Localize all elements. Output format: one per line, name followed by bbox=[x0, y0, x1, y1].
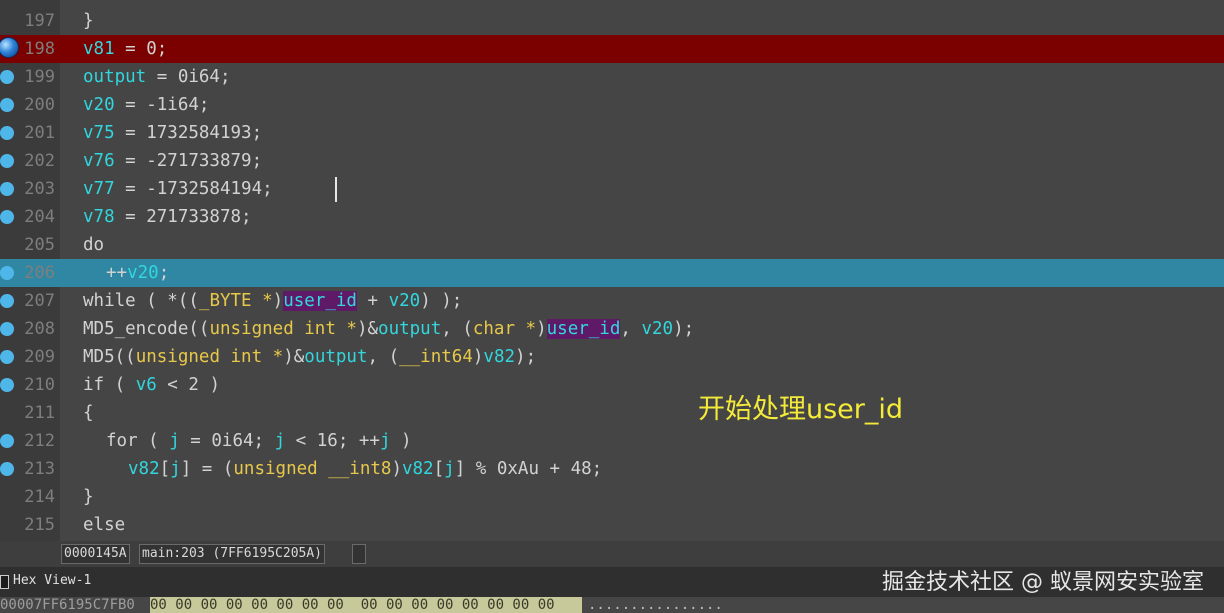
watermark: 掘金技术社区 @ 蚁景网安实验室 bbox=[882, 570, 1204, 595]
code-line[interactable]: 202 v76 = -271733879; bbox=[0, 147, 1224, 175]
code-text: MD5_encode((unsigned int *)&output, (cha… bbox=[83, 319, 695, 339]
code-text: if ( v6 < 2 ) bbox=[83, 375, 220, 395]
line-number: 204 bbox=[24, 207, 55, 227]
line-number: 210 bbox=[24, 375, 55, 395]
line-number: 206 bbox=[24, 263, 55, 283]
line-number: 215 bbox=[24, 515, 55, 535]
code-line[interactable]: 203 v77 = -1732584194; bbox=[0, 175, 1224, 203]
code-line[interactable]: 208 MD5_encode((unsigned int *)&output, … bbox=[0, 315, 1224, 343]
breakpoint-line[interactable]: 198 v81 = 0; bbox=[0, 35, 1224, 63]
code-line[interactable]: 207 while ( *((_BYTE *)user_id + v20) ); bbox=[0, 287, 1224, 315]
line-number: 200 bbox=[24, 95, 55, 115]
line-number: 212 bbox=[24, 431, 55, 451]
code-text: } bbox=[83, 11, 94, 31]
code-line[interactable]: 209 MD5((unsigned int *)&output, (__int6… bbox=[0, 343, 1224, 371]
line-number: 198 bbox=[24, 39, 55, 59]
code-text: else bbox=[83, 515, 126, 535]
code-text: ++v20; bbox=[106, 263, 170, 283]
status-offset: 0000145A bbox=[61, 544, 130, 564]
code-line[interactable]: 212 for ( j = 0i64; j < 16; ++j ) bbox=[0, 427, 1224, 455]
code-line[interactable]: 199 output = 0i64; bbox=[0, 63, 1224, 91]
current-execution-line[interactable]: 206 ++v20; bbox=[0, 259, 1224, 287]
code-line[interactable]: 211 { bbox=[0, 399, 1224, 427]
line-number: 213 bbox=[24, 459, 55, 479]
text-caret bbox=[335, 177, 337, 202]
line-number: 214 bbox=[24, 487, 55, 507]
line-number: 201 bbox=[24, 123, 55, 143]
line-number: 203 bbox=[24, 179, 55, 199]
hex-bytes[interactable]: 00 00 00 00 00 00 00 00 00 00 00 00 00 0… bbox=[150, 597, 582, 613]
code-text: v77 = -1732584194; bbox=[83, 179, 273, 199]
line-number: 208 bbox=[24, 319, 55, 339]
code-text: for ( j = 0i64; j < 16; ++j ) bbox=[106, 431, 412, 451]
code-line[interactable]: 213 v82[j] = (unsigned __int8)v82[j] % 0… bbox=[0, 455, 1224, 483]
status-extra-box bbox=[352, 544, 366, 564]
code-text: MD5((unsigned int *)&output, (__int64)v8… bbox=[83, 347, 537, 367]
hex-view-title[interactable]: Hex View-1 bbox=[13, 573, 91, 588]
code-line[interactable]: 197 } bbox=[0, 7, 1224, 35]
window-icon bbox=[0, 575, 9, 589]
code-text: { bbox=[83, 403, 94, 423]
code-line[interactable]: 205 do bbox=[0, 231, 1224, 259]
line-number: 209 bbox=[24, 347, 55, 367]
hex-address: 00007FF6195C7FB0 bbox=[0, 597, 135, 613]
code-text: v82[j] = (unsigned __int8)v82[j] % 0xAu … bbox=[128, 459, 603, 479]
code-text: v81 = 0; bbox=[83, 39, 168, 59]
annotation-text: 开始处理user_id bbox=[698, 394, 904, 425]
code-line[interactable]: 200 v20 = -1i64; bbox=[0, 91, 1224, 119]
line-number: 211 bbox=[24, 403, 55, 423]
code-line[interactable]: 215 else bbox=[0, 511, 1224, 539]
status-location: main:203 (7FF6195C205A) bbox=[139, 544, 326, 564]
code-text: v78 = 271733878; bbox=[83, 207, 252, 227]
line-number: 197 bbox=[24, 11, 55, 31]
code-line[interactable]: 204 v78 = 271733878; bbox=[0, 203, 1224, 231]
line-number: 207 bbox=[24, 291, 55, 311]
code-line[interactable]: 214 } bbox=[0, 483, 1224, 511]
line-number: 202 bbox=[24, 151, 55, 171]
code-line[interactable]: 210 if ( v6 < 2 ) bbox=[0, 371, 1224, 399]
code-text: do bbox=[83, 235, 105, 255]
hex-row[interactable]: 00007FF6195C7FB0 00 00 00 00 00 00 00 00… bbox=[0, 597, 1224, 613]
code-line[interactable]: 201 v75 = 1732584193; bbox=[0, 119, 1224, 147]
line-number: 199 bbox=[24, 67, 55, 87]
hex-ascii: ................ bbox=[588, 597, 723, 613]
line-number: 205 bbox=[24, 235, 55, 255]
code-text: output = 0i64; bbox=[83, 67, 231, 87]
code-text: v76 = -271733879; bbox=[83, 151, 263, 171]
code-text: while ( *((_BYTE *)user_id + v20) ); bbox=[83, 291, 463, 311]
code-text: v20 = -1i64; bbox=[83, 95, 210, 115]
code-text: v75 = 1732584193; bbox=[83, 123, 263, 143]
code-text: } bbox=[83, 487, 94, 507]
